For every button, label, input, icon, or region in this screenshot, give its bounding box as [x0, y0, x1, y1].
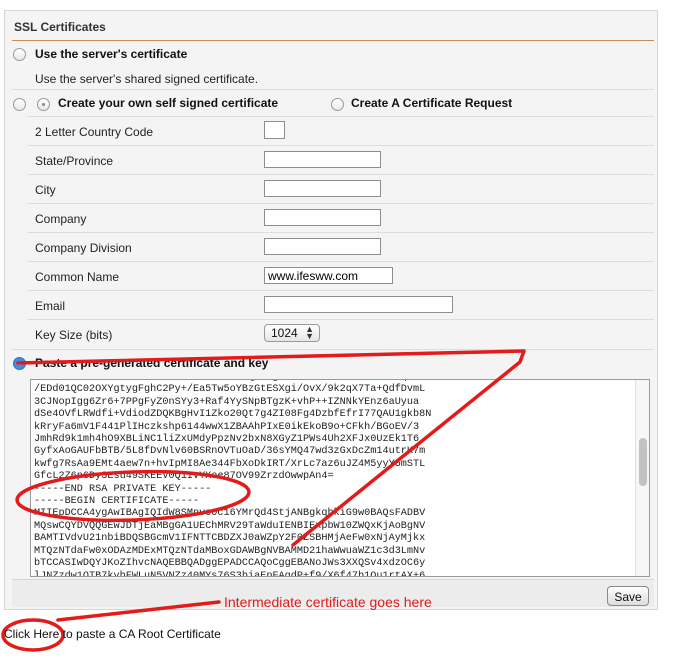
divider: [28, 232, 654, 233]
divider: [28, 145, 654, 146]
divider: [28, 261, 654, 262]
scrollbar-thumb[interactable]: [639, 438, 647, 486]
certificate-group-radio[interactable]: [13, 98, 26, 111]
city-label: City: [35, 183, 56, 197]
divider: [28, 290, 654, 291]
city-input[interactable]: [264, 180, 381, 197]
certificate-textarea[interactable]: aHwczFtEceH9zFLbCFWNzHAEIxCcVNzLXXFQ5oCg…: [30, 379, 650, 577]
divider: [28, 203, 654, 204]
divider: [12, 89, 654, 90]
key-size-value: 1024: [271, 326, 298, 340]
country-label: 2 Letter Country Code: [35, 125, 154, 139]
country-input[interactable]: [264, 121, 285, 139]
common-name-input[interactable]: [264, 267, 393, 284]
textarea-scrollbar[interactable]: [635, 380, 649, 576]
divider: [28, 319, 654, 320]
company-label: Company: [35, 212, 87, 226]
division-input[interactable]: [264, 238, 381, 255]
self-signed-label: Create your own self signed certificate: [58, 96, 279, 110]
certificate-text: aHwczFtEceH9zFLbCFWNzHAEIxCcVNzLXXFQ5oCg…: [34, 380, 432, 577]
state-label: State/Province: [35, 154, 114, 168]
email-label: Email: [35, 299, 66, 313]
paste-certificate-radio[interactable]: [13, 357, 26, 370]
paste-certificate-label: Paste a pre-generated certificate and ke…: [35, 356, 269, 370]
title-divider: [12, 40, 654, 41]
divider: [28, 174, 654, 175]
division-label: Company Division: [35, 241, 132, 255]
key-size-label: Key Size (bits): [35, 328, 113, 342]
server-certificate-description: Use the server's shared signed certifica…: [35, 72, 259, 86]
divider: [12, 349, 654, 350]
server-certificate-radio[interactable]: [13, 48, 26, 61]
updown-arrows-icon: ▲ ▼: [305, 324, 314, 341]
server-certificate-label: Use the server's certificate: [35, 47, 188, 61]
panel-title: SSL Certificates: [14, 20, 106, 34]
self-signed-radio[interactable]: [37, 98, 50, 111]
divider: [28, 116, 654, 117]
certificate-request-radio[interactable]: [331, 98, 344, 111]
footer-text: to paste a CA Root Certificate: [59, 627, 221, 641]
key-size-select[interactable]: 1024 ▲ ▼: [264, 324, 320, 342]
state-input[interactable]: [264, 151, 381, 168]
save-button[interactable]: Save: [607, 586, 649, 606]
certificate-request-label: Create A Certificate Request: [351, 96, 513, 110]
email-input[interactable]: [264, 296, 453, 313]
annotation-note: Intermediate certificate goes here: [224, 594, 432, 610]
click-here-link[interactable]: Click Here: [4, 627, 59, 641]
footer-root-cert-line: Click Here to paste a CA Root Certificat…: [4, 627, 221, 641]
common-name-label: Common Name: [35, 270, 120, 284]
company-input[interactable]: [264, 209, 381, 226]
